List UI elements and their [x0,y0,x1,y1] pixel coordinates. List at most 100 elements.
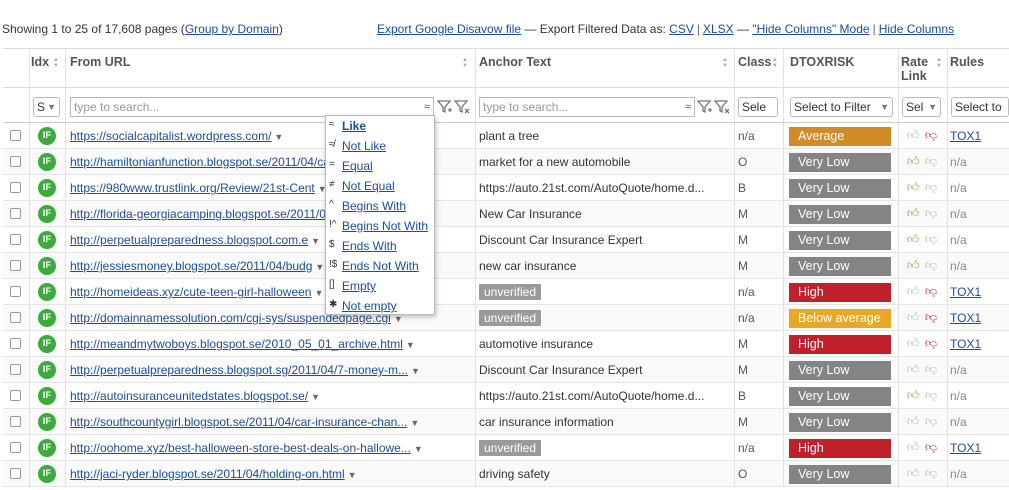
class-filter-select[interactable]: Sele [738,97,778,117]
thumbs-up-icon[interactable]: 👍︎ [906,284,920,298]
chevron-down-icon[interactable]: ▼ [348,470,357,480]
sort-arrows-icon[interactable]: ▲ ▼ [462,57,469,69]
from-url-link[interactable]: http://perpetualpreparedness.blogspot.co… [70,233,308,247]
thumbs-up-icon[interactable]: 👍︎ [906,466,920,480]
thumbs-up-icon[interactable]: 👍︎ [906,154,920,168]
thumbs-up-icon[interactable]: 👍︎ [906,414,920,428]
rule-link[interactable]: TOX1 [950,311,981,325]
filter-clear-icon[interactable] [713,99,730,115]
row-checkbox[interactable] [10,130,21,141]
thumbs-down-icon[interactable]: 👎︎ [924,466,938,480]
from-url-link[interactable]: http://perpetualpreparedness.blogspot.sg… [70,363,408,377]
chevron-down-icon[interactable]: ▼ [314,288,323,298]
idx-filter-select[interactable]: S ▼ [33,97,60,117]
from-url-link[interactable]: https://socialcapitalist.wordpress.com/ [70,129,271,143]
group-by-domain-link[interactable]: Group by Domain [185,22,279,36]
export-disavow-link[interactable]: Export Google Disavow file [377,22,521,36]
sort-arrows-icon[interactable]: ▲ ▼ [53,57,60,69]
filter-clear-icon[interactable] [453,99,470,115]
thumbs-down-icon[interactable]: 👎︎ [924,414,938,428]
rule-link[interactable]: TOX1 [950,337,981,351]
operator-label[interactable]: Begins With [342,199,406,213]
from-url-link[interactable]: https://980www.trustlink.org/Review/21st… [70,181,315,195]
rules-cell[interactable]: TOX1 [950,435,1008,461]
thumbs-up-icon[interactable]: 👍︎ [906,258,920,272]
chevron-down-icon[interactable]: ▼ [406,340,415,350]
operator-option[interactable]: !$ Ends Not With [326,256,434,276]
thumbs-down-icon[interactable]: 👎︎ [924,284,938,298]
dtoxrisk-filter-select[interactable]: Select to Filter ▼ [790,97,893,117]
chevron-down-icon[interactable]: ▼ [311,392,320,402]
col-dtoxrisk-header[interactable]: DTOXRISK [790,55,854,69]
operator-label[interactable]: Equal [342,159,373,173]
col-from-url-header[interactable]: From URL [70,55,130,69]
row-checkbox[interactable] [10,182,21,193]
operator-option[interactable]: [] Empty [326,276,434,296]
thumbs-up-icon[interactable]: 👍︎ [906,180,920,194]
rules-cell[interactable]: TOX1 [950,279,1008,305]
thumbs-down-icon[interactable]: 👎︎ [924,128,938,142]
thumbs-up-icon[interactable]: 👍︎ [906,388,920,402]
row-checkbox[interactable] [10,156,21,167]
thumbs-down-icon[interactable]: 👎︎ [924,206,938,220]
row-checkbox[interactable] [10,234,21,245]
rule-link[interactable]: TOX1 [950,129,981,143]
row-checkbox[interactable] [10,260,21,271]
rules-cell[interactable]: TOX1 [950,123,1008,149]
thumbs-up-icon[interactable]: 👍︎ [906,128,920,142]
col-idx-header[interactable]: Idx [31,55,49,69]
thumbs-down-icon[interactable]: 👎︎ [924,310,938,324]
thumbs-up-icon[interactable]: 👍︎ [906,232,920,246]
row-checkbox[interactable] [10,312,21,323]
thumbs-down-icon[interactable]: 👎︎ [924,336,938,350]
from-url-link[interactable]: http://homeideas.xyz/cute-teen-girl-hall… [70,285,311,299]
row-checkbox[interactable] [10,364,21,375]
operator-label[interactable]: Ends With [342,239,397,253]
row-checkbox[interactable] [10,468,21,479]
operator-option[interactable]: ≈ Like [326,116,434,136]
rule-link[interactable]: TOX1 [950,441,981,455]
rule-link[interactable]: TOX1 [950,285,981,299]
col-class-header[interactable]: Class [738,55,771,69]
rules-cell[interactable]: TOX1 [950,331,1008,357]
filter-add-icon[interactable] [696,99,713,115]
from-url-link[interactable]: http://hamiltonianfunction.blogspot.se/2… [70,155,330,169]
operator-option[interactable]: $ Ends With [326,236,434,256]
thumbs-up-icon[interactable]: 👍︎ [906,362,920,376]
chevron-down-icon[interactable]: ▼ [411,366,420,376]
row-checkbox[interactable] [10,208,21,219]
from-url-link[interactable]: http://jaci-ryder.blogspot.se/2011/04/ho… [70,467,345,481]
sort-arrows-icon[interactable]: ▲ ▼ [722,57,729,69]
thumbs-down-icon[interactable]: 👎︎ [924,232,938,246]
thumbs-up-icon[interactable]: 👍︎ [906,206,920,220]
chevron-down-icon[interactable]: ▼ [414,444,423,454]
chevron-down-icon[interactable]: ▼ [274,132,283,142]
sort-arrows-icon[interactable]: ▲ ▼ [936,57,943,69]
operator-option[interactable]: = Equal [326,156,434,176]
operator-toggle-icon[interactable]: ≈ [424,98,430,116]
anchor-search-input[interactable]: type to search... ≈ [479,97,695,117]
thumbs-down-icon[interactable]: 👎︎ [924,180,938,194]
from-url-link[interactable]: http://jessiesmoney.blogspot.se/2011/04/… [70,259,312,273]
sort-arrows-icon[interactable]: ▲ ▼ [772,57,779,69]
operator-option[interactable]: ≉ Not Like [326,136,434,156]
operator-label[interactable]: Not Like [342,139,386,153]
col-anchor-text-header[interactable]: Anchor Text [479,55,551,69]
rules-cell[interactable]: TOX1 [950,305,1008,331]
export-csv-link[interactable]: CSV [669,22,694,36]
thumbs-up-icon[interactable]: 👍︎ [906,336,920,350]
thumbs-down-icon[interactable]: 👎︎ [924,440,938,454]
from-url-link[interactable]: http://meandmytwoboys.blogspot.se/2010_0… [70,337,403,351]
thumbs-down-icon[interactable]: 👎︎ [924,154,938,168]
thumbs-down-icon[interactable]: 👎︎ [924,388,938,402]
row-checkbox[interactable] [10,390,21,401]
export-xlsx-link[interactable]: XLSX [703,22,734,36]
operator-toggle-icon[interactable]: ≈ [685,98,691,116]
operator-option[interactable]: !^ Begins Not With [326,216,434,236]
from-url-link[interactable]: http://florida-georgiacamping.blogspot.s… [70,207,326,221]
row-checkbox[interactable] [10,286,21,297]
row-checkbox[interactable] [10,416,21,427]
chevron-down-icon[interactable]: ▼ [410,418,419,428]
operator-label[interactable]: Ends Not With [342,259,419,273]
hide-columns-mode-link[interactable]: "Hide Columns" Mode [752,22,869,36]
